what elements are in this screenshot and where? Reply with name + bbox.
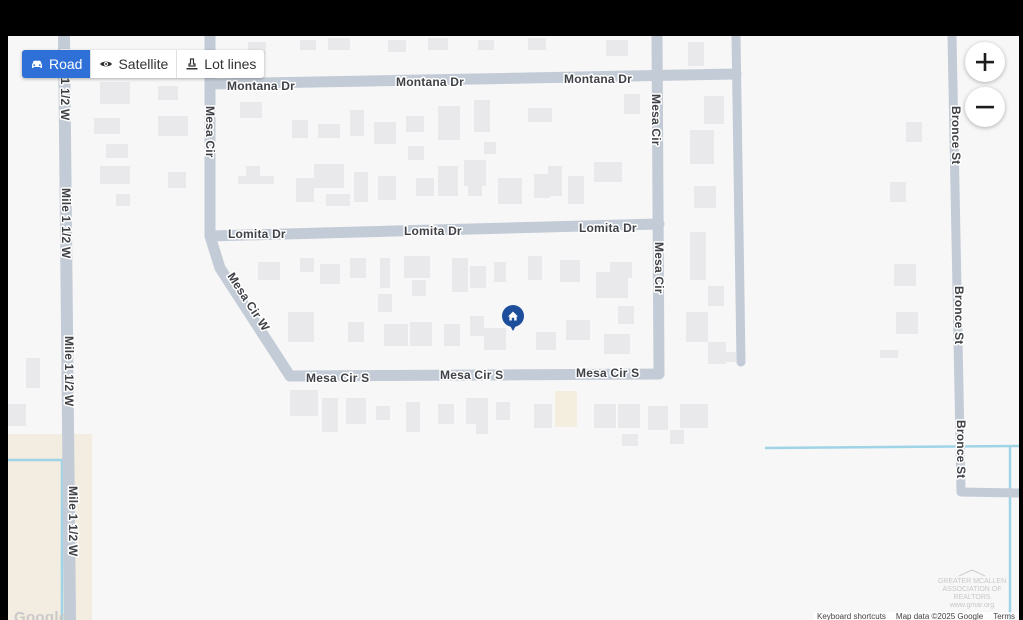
map-data-text: Map data ©2025 Google xyxy=(895,612,984,620)
street-label-lomita-dr-1: Lomita Dr xyxy=(228,227,286,241)
street-label-mesa-cir-s-2: Mesa Cir S xyxy=(440,368,503,382)
street-label-bronce-st-3: Bronce St xyxy=(954,420,968,478)
zoom-out-button[interactable] xyxy=(965,87,1005,127)
map-canvas[interactable]: Montana Dr Montana Dr Montana Dr Lomita … xyxy=(8,36,1019,620)
street-label-mesa-cir-3: Mesa Cir xyxy=(652,242,666,294)
building-footprints xyxy=(8,38,922,446)
zoom-in-button[interactable] xyxy=(965,42,1005,82)
street-label-mesa-cir-1: Mesa Cir xyxy=(203,106,217,158)
lot-lines-view-button[interactable]: Lot lines xyxy=(177,50,264,78)
watermark-line-3: www.gmar.org xyxy=(949,602,995,609)
watermark-line-2: ASSOCIATION OF REALTORS xyxy=(942,586,1002,601)
street-label-bronce-st-2: Bronce St xyxy=(952,286,966,344)
lot-lines-view-label: Lot lines xyxy=(204,56,257,72)
road-view-label: Road xyxy=(49,56,83,72)
land-parcel-small xyxy=(555,391,577,427)
keyboard-shortcuts-link[interactable]: Keyboard shortcuts xyxy=(817,612,886,620)
street-label-bronce-st-1: Bronce St xyxy=(949,106,963,164)
street-label-mesa-cir-s-1: Mesa Cir S xyxy=(306,371,369,385)
eye-icon xyxy=(100,61,113,67)
map-attribution-bar: Keyboard shortcuts Map data ©2025 Google… xyxy=(812,612,1019,620)
car-icon xyxy=(32,60,42,68)
map-type-control: Road Satellite Lot lines xyxy=(22,50,265,78)
realtor-association-watermark: GREATER MCALLEN ASSOCIATION OF REALTORS … xyxy=(929,569,1015,610)
google-logo[interactable]: Google xyxy=(14,609,67,620)
watermark-line-1: GREATER MCALLEN xyxy=(937,578,1007,585)
map-view[interactable]: Montana Dr Montana Dr Montana Dr Lomita … xyxy=(8,36,1019,620)
home-icon[interactable] xyxy=(502,305,524,331)
top-black-band xyxy=(0,0,1023,36)
street-label-montana-dr-3: Montana Dr xyxy=(564,72,632,86)
water-lines xyxy=(8,444,1019,620)
street-label-mile-2: Mile 1 1/2 W xyxy=(59,188,73,259)
minus-icon xyxy=(976,105,994,109)
street-label-mesa-cir-2: Mesa Cir xyxy=(649,94,663,146)
street-label-mile-4: Mile 1 1/2 W xyxy=(66,486,80,557)
plus-icon xyxy=(976,53,994,71)
street-label-mesa-cir-s-3: Mesa Cir S xyxy=(576,366,639,380)
street-label-lomita-dr-2: Lomita Dr xyxy=(404,224,462,238)
street-label-lomita-dr-3: Lomita Dr xyxy=(579,221,637,235)
street-label-mile-3: Mile 1 1/2 W xyxy=(62,336,76,407)
satellite-view-button[interactable]: Satellite xyxy=(91,50,178,78)
street-label-montana-dr-2: Montana Dr xyxy=(396,75,464,89)
street-label-montana-dr-1: Montana Dr xyxy=(227,79,295,93)
satellite-view-label: Satellite xyxy=(118,56,169,72)
survey-marker-icon xyxy=(186,58,198,70)
roof-icon xyxy=(958,569,986,577)
road-view-button[interactable]: Road xyxy=(22,50,92,78)
terms-link[interactable]: Terms xyxy=(993,612,1015,620)
